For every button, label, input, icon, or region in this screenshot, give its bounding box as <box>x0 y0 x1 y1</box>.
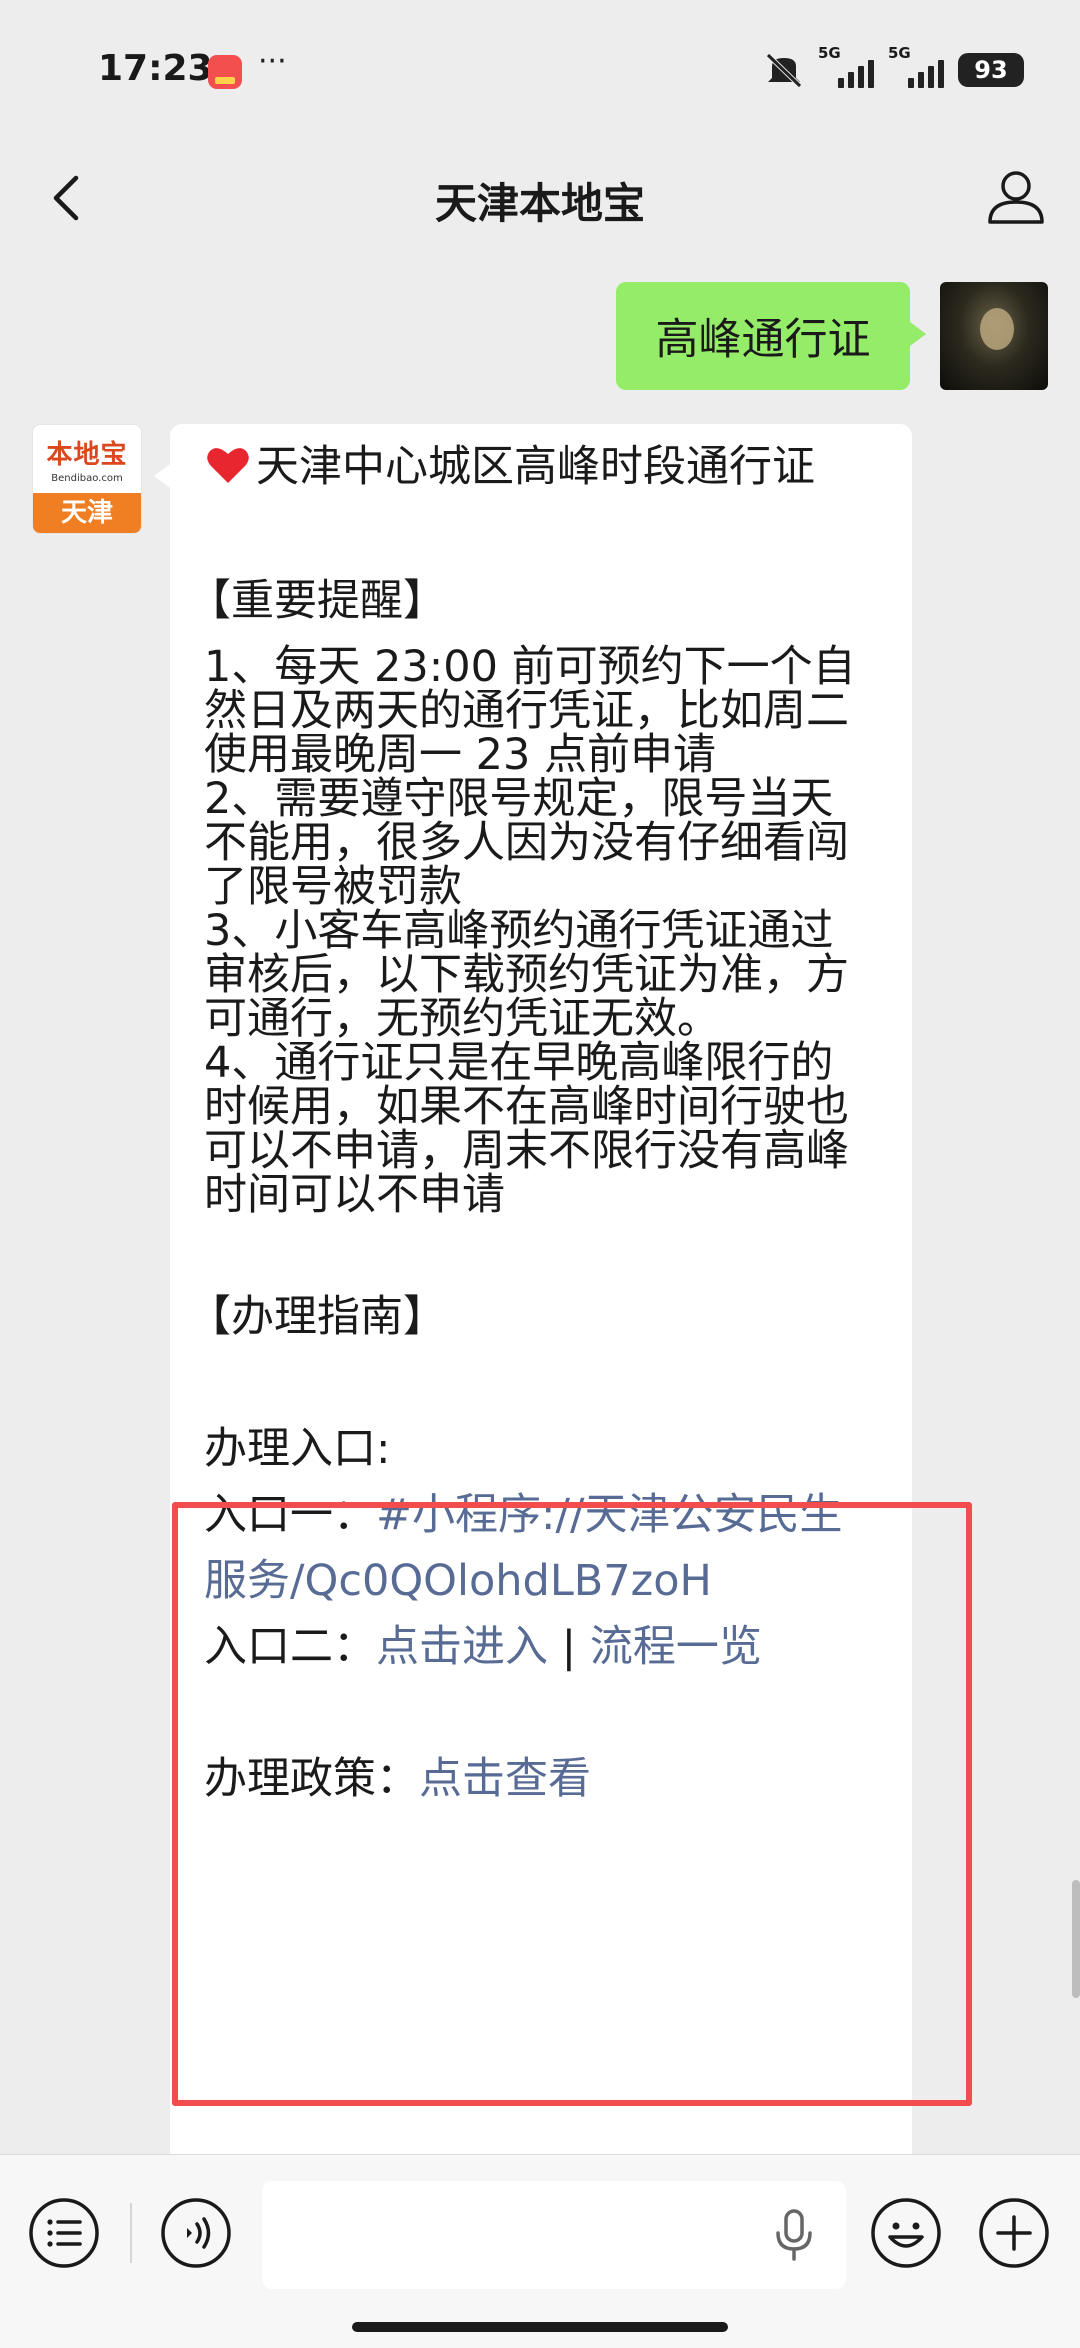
plus-icon[interactable] <box>978 2197 1050 2269</box>
mute-vibrate-icon <box>766 53 802 88</box>
entry-heading: 办理入口: <box>204 1424 391 1474</box>
profile-icon[interactable] <box>980 162 1052 234</box>
mic-icon[interactable] <box>770 2207 818 2263</box>
mini-program-link-continued[interactable]: 服务/Qc0QOlohdLB7zoH <box>204 1556 712 1606</box>
official-account-avatar[interactable]: 本地宝 Bendibao.com 天津 <box>32 424 142 534</box>
outgoing-message-bubble[interactable]: 高峰通行证 <box>616 282 926 390</box>
signal-2-icon: 5G <box>888 44 944 88</box>
scrollbar-thumb[interactable] <box>1072 1880 1080 1998</box>
logo-subtext: Bendibao.com <box>51 473 123 484</box>
entry-two-line: 入口二：点击进入 | 流程一览 <box>204 1614 762 1680</box>
message-input[interactable] <box>262 2181 846 2289</box>
message-title-line: 天津中心城区高峰时段通行证 <box>204 434 815 500</box>
guide-heading: 【办理指南】 <box>188 1292 446 1342</box>
incoming-message-bubble[interactable]: 天津中心城区高峰时段通行证 【重要提醒】 1、每天 23:00 前可预约下一个自… <box>154 424 912 2164</box>
chat-input-bar <box>0 2154 1080 2348</box>
policy-label: 办理政策： <box>204 1754 419 1804</box>
message-title: 天津中心城区高峰时段通行证 <box>256 442 815 492</box>
entry-one-line: 入口一：#小程序://天津公安民生 <box>204 1482 843 1548</box>
home-indicator[interactable] <box>352 2322 728 2332</box>
process-overview-link[interactable]: 流程一览 <box>590 1622 762 1672</box>
mini-program-link[interactable]: #小程序://天津公安民生 <box>376 1490 843 1540</box>
voice-icon[interactable] <box>160 2197 232 2269</box>
shopping-app-icon <box>208 55 242 89</box>
logo-city: 天津 <box>33 493 141 533</box>
policy-line: 办理政策：点击查看 <box>204 1746 591 1812</box>
entry-one-label: 入口一： <box>204 1490 376 1540</box>
chat-header: 天津本地宝 <box>0 140 1080 260</box>
click-enter-link[interactable]: 点击进入 <box>376 1622 548 1672</box>
status-bar: 17:23 ··· 5G 5G 93 <box>0 0 1080 140</box>
list-icon[interactable] <box>28 2197 100 2269</box>
status-time: 17:23 <box>98 48 213 89</box>
more-notifications-icon: ··· <box>258 44 287 79</box>
link-separator: | <box>548 1622 590 1672</box>
status-indicators: 5G 5G 93 <box>764 44 1024 92</box>
signal-1-icon: 5G <box>818 44 874 88</box>
outgoing-message-text: 高峰通行证 <box>655 315 871 365</box>
reminder-line: 时间可以不申请 <box>204 1170 505 1220</box>
heart-icon <box>207 448 249 483</box>
battery-indicator: 93 <box>958 53 1024 87</box>
chat-title: 天津本地宝 <box>434 179 645 228</box>
entry-one-line-2: 服务/Qc0QOlohdLB7zoH <box>204 1548 712 1614</box>
input-divider <box>130 2203 132 2263</box>
logo-text: 本地宝 <box>46 440 128 470</box>
entry-two-label: 入口二： <box>204 1622 376 1672</box>
emoji-icon[interactable] <box>870 2197 942 2269</box>
reminder-heading: 【重要提醒】 <box>188 576 446 626</box>
user-avatar[interactable] <box>940 282 1048 390</box>
view-policy-link[interactable]: 点击查看 <box>419 1754 591 1804</box>
